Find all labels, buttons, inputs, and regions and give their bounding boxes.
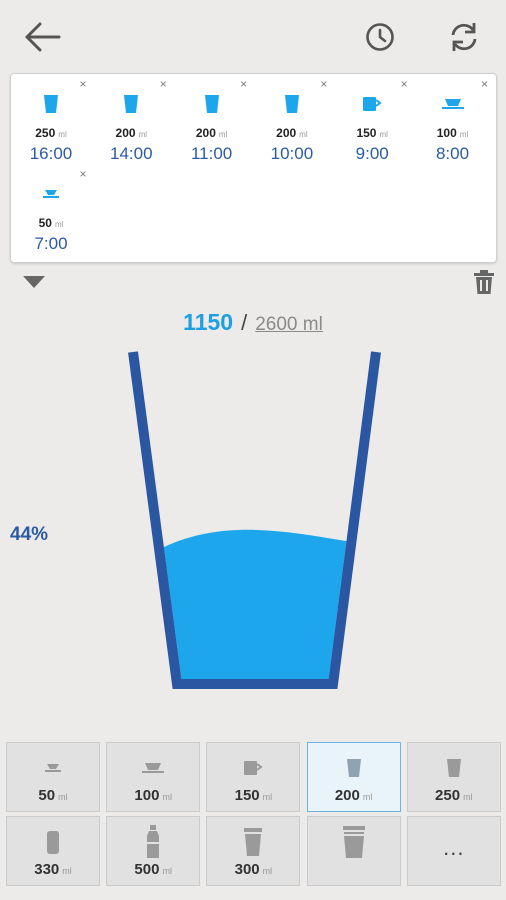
more-icon: ... <box>443 835 465 860</box>
history-button[interactable] <box>357 14 403 60</box>
size-label: 50 ml <box>38 787 68 804</box>
delete-entry-button[interactable]: × <box>77 78 89 90</box>
entry-time: 10:00 <box>270 144 314 163</box>
size-button[interactable]: 300 ml <box>206 816 301 886</box>
size-button[interactable]: 500 ml <box>106 816 201 886</box>
size-label: 200 ml <box>334 787 373 804</box>
entry-amount: 100 ml <box>436 126 469 140</box>
size-button[interactable]: 100 ml <box>106 742 201 812</box>
size-button[interactable]: 250 ml <box>406 742 501 812</box>
refresh-button[interactable] <box>441 14 487 60</box>
cup-icon <box>413 92 493 116</box>
separator: / <box>241 310 248 335</box>
size-button[interactable]: 200 ml <box>306 742 401 812</box>
delete-entry-button[interactable]: × <box>238 78 250 90</box>
size-label: 150 ml <box>234 787 273 804</box>
entry-time: 8:00 <box>435 144 470 163</box>
size-button[interactable]: 330 ml <box>6 816 100 886</box>
mug-icon <box>243 749 264 787</box>
history-entry[interactable]: × 150 ml 9:00 <box>332 74 412 163</box>
clear-history-button[interactable] <box>472 269 496 295</box>
cup-icon <box>142 749 165 787</box>
size-label: 500 ml <box>134 861 172 878</box>
entry-amount: 150 ml <box>356 126 388 140</box>
bottle-icon <box>145 823 161 861</box>
glass-icon <box>446 749 462 787</box>
drink-size-grid: 50 ml 100 ml 150 ml 200 ml 250 ml 330 ml 500 ml 300 ml.… <box>6 742 502 890</box>
water-glass-graphic <box>128 351 381 689</box>
top-toolbar <box>0 0 506 74</box>
size-label: 250 ml <box>435 787 473 804</box>
entry-amount: 50 ml <box>38 216 64 230</box>
glass-icon <box>11 92 91 116</box>
entry-amount: 250 ml <box>35 126 67 140</box>
history-entry[interactable]: × 200 ml 10:00 <box>252 74 332 163</box>
entry-amount: 200 ml <box>195 126 228 140</box>
delete-entry-button[interactable]: × <box>77 168 89 180</box>
entry-time: 9:00 <box>355 144 389 163</box>
custom-size-button[interactable] <box>306 816 401 886</box>
size-label: 300 ml <box>234 861 273 878</box>
percent-label: 44% <box>10 524 49 545</box>
history-entry[interactable]: × 50 ml 7:00 <box>11 164 91 253</box>
history-entry[interactable]: × 250 ml 16:00 <box>11 74 91 163</box>
daily-goal-link[interactable]: 2600 ml <box>255 314 323 335</box>
entry-time: 7:00 <box>34 234 68 253</box>
delete-entry-button[interactable]: × <box>157 78 169 90</box>
delete-entry-button[interactable]: × <box>398 78 410 90</box>
clock-icon <box>366 23 394 51</box>
triangle-down-icon <box>23 276 45 288</box>
glass-icon <box>346 749 362 787</box>
entry-time: 16:00 <box>29 144 73 163</box>
small-cup-icon <box>45 749 61 787</box>
entry-time: 11:00 <box>190 144 233 163</box>
custom-glass-icon <box>342 823 366 861</box>
mug-icon <box>332 92 412 116</box>
entry-amount: 200 ml <box>115 126 148 140</box>
size-label: 100 ml <box>134 787 172 804</box>
size-label: 330 ml <box>34 861 72 878</box>
expand-history-button[interactable] <box>22 274 46 290</box>
consumed-amount: 1150 <box>183 309 234 335</box>
trash-icon <box>474 270 494 294</box>
history-entry[interactable]: × 200 ml 11:00 <box>172 74 252 163</box>
more-sizes-button[interactable]: ... <box>406 816 501 886</box>
can-icon <box>46 823 60 861</box>
small-cup-icon <box>11 182 91 206</box>
history-entry[interactable]: × 200 ml 14:00 <box>91 74 171 163</box>
entry-time: 14:00 <box>110 144 153 163</box>
size-button[interactable]: 50 ml <box>6 742 100 812</box>
size-button[interactable]: 150 ml <box>206 742 301 812</box>
refresh-icon <box>451 23 477 51</box>
water-fill <box>163 529 347 679</box>
glass-icon <box>252 92 332 116</box>
entry-amount: 200 ml <box>276 126 308 140</box>
delete-entry-button[interactable]: × <box>318 78 330 90</box>
drink-history-card: × 250 ml 16:00 × 200 ml 14:00 × 200 ml 11:00 × 200 ml 1… <box>10 73 497 263</box>
intake-summary: 1150 / 2600 ml <box>0 309 506 343</box>
delete-entry-button[interactable]: × <box>479 78 491 90</box>
arrow-left-icon <box>25 22 61 52</box>
back-button[interactable] <box>20 14 66 60</box>
tall-glass-icon <box>243 823 263 861</box>
history-entry[interactable]: × 100 ml 8:00 <box>413 74 493 163</box>
glass-icon <box>172 92 252 116</box>
glass-icon <box>91 92 171 116</box>
